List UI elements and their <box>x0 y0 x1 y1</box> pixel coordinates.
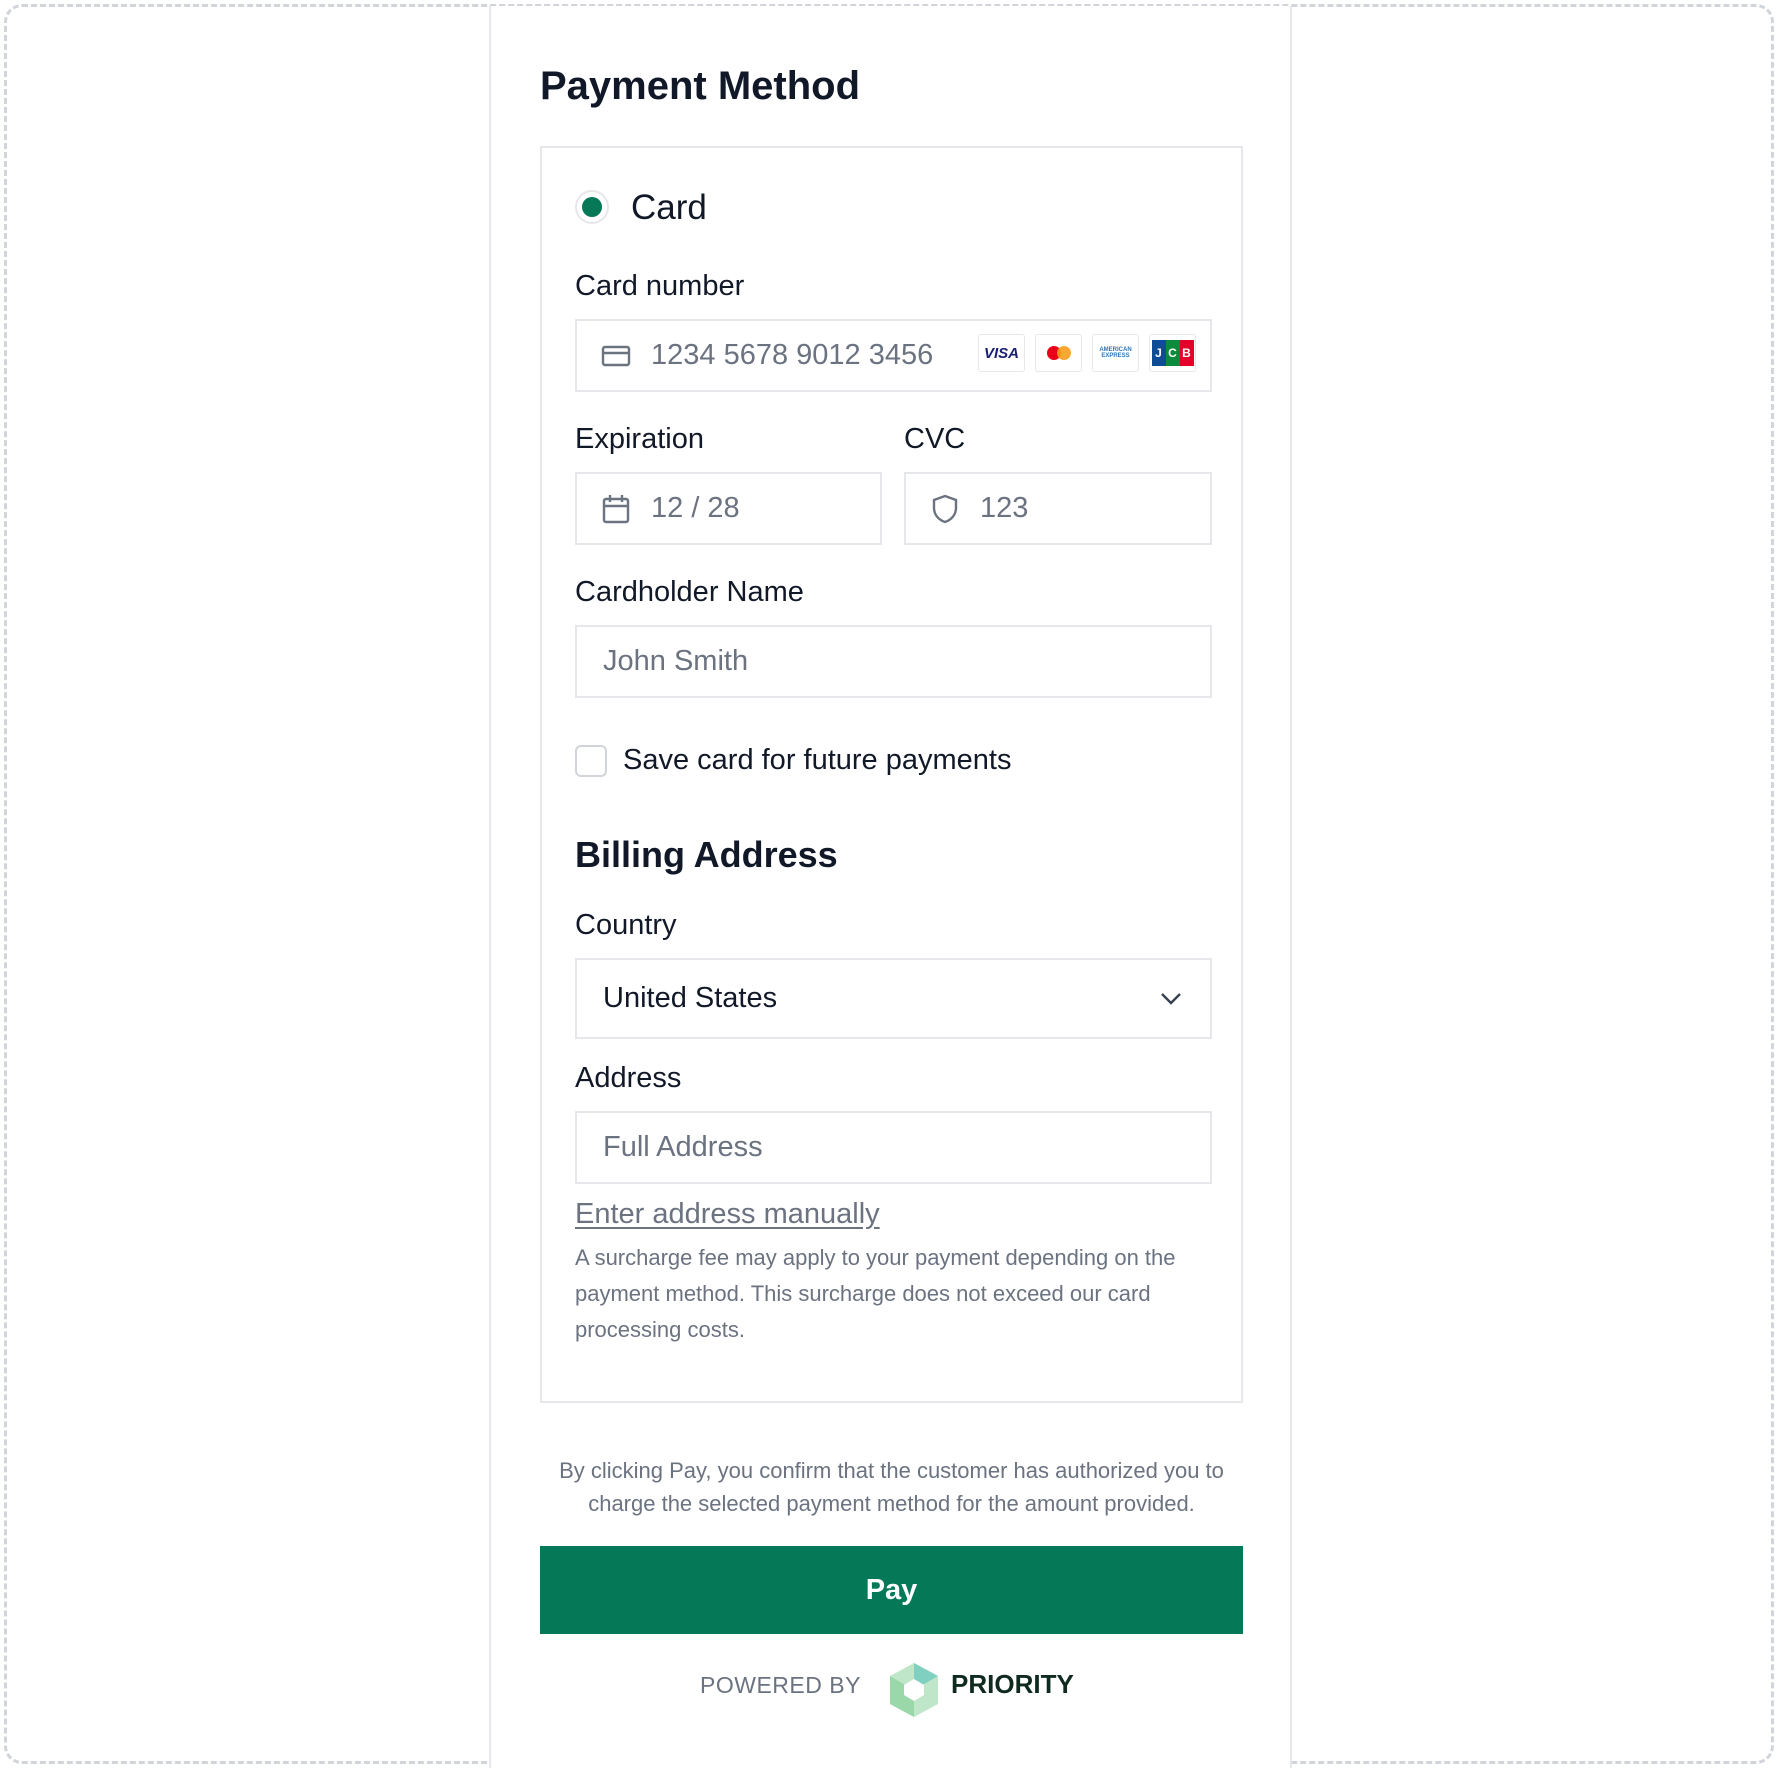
mastercard-icon <box>1035 334 1082 372</box>
cvc-label: CVC <box>904 423 966 455</box>
card-method-box: Card Card number 1234 5678 9012 3456 VIS… <box>540 146 1243 1403</box>
powered-by-label: POWERED BY <box>700 1672 861 1698</box>
priority-brand-name: PRIORITY <box>951 1669 1074 1699</box>
payment-panel: Payment Method Card Card number 1234 567… <box>489 6 1292 1768</box>
visa-icon: VISA <box>978 334 1025 372</box>
radio-selected-dot <box>582 197 602 217</box>
surcharge-notice: A surcharge fee may apply to your paymen… <box>575 1245 1176 1342</box>
card-radio-label: Card <box>631 188 707 227</box>
billing-address-title: Billing Address <box>575 834 838 875</box>
amex-icon: AMERICAN EXPRESS <box>1092 334 1139 372</box>
chevron-down-icon <box>1160 992 1182 1006</box>
card-number-placeholder: 1234 5678 9012 3456 <box>651 339 934 371</box>
calendar-icon <box>601 494 631 524</box>
save-card-checkbox[interactable] <box>575 745 607 777</box>
address-input[interactable]: Full Address <box>575 1111 1212 1184</box>
card-radio[interactable] <box>575 190 609 224</box>
expiration-input[interactable]: 12 / 28 <box>575 472 882 545</box>
cardholder-input[interactable]: John Smith <box>575 625 1212 698</box>
country-select[interactable]: United States <box>575 958 1212 1039</box>
country-selected-value: United States <box>603 982 778 1014</box>
expiration-placeholder: 12 / 28 <box>651 492 740 524</box>
country-label: Country <box>575 909 677 941</box>
expiration-label: Expiration <box>575 423 704 455</box>
jcb-icon: JCB <box>1149 334 1196 372</box>
enter-address-manually-link[interactable]: Enter address manually <box>575 1198 880 1231</box>
address-placeholder: Full Address <box>603 1131 763 1163</box>
page-title: Payment Method <box>540 64 861 108</box>
card-brand-logos: VISA AMERICAN EXPRESS JCB <box>978 334 1196 372</box>
pay-button[interactable]: Pay <box>540 1546 1243 1634</box>
cardholder-label: Cardholder Name <box>575 576 804 608</box>
save-card-label: Save card for future payments <box>623 744 1012 776</box>
priority-logo-icon <box>888 1661 940 1719</box>
cvc-input[interactable]: 123 <box>904 472 1212 545</box>
cardholder-placeholder: John Smith <box>603 645 749 677</box>
consent-text: By clicking Pay, you confirm that the cu… <box>559 1458 1224 1516</box>
card-number-label: Card number <box>575 270 745 302</box>
credit-card-icon <box>601 341 631 371</box>
shield-icon <box>930 494 960 524</box>
card-number-input[interactable]: 1234 5678 9012 3456 VISA AMERICAN EXPRES… <box>575 319 1212 392</box>
cvc-placeholder: 123 <box>980 492 1029 524</box>
address-label: Address <box>575 1062 682 1094</box>
